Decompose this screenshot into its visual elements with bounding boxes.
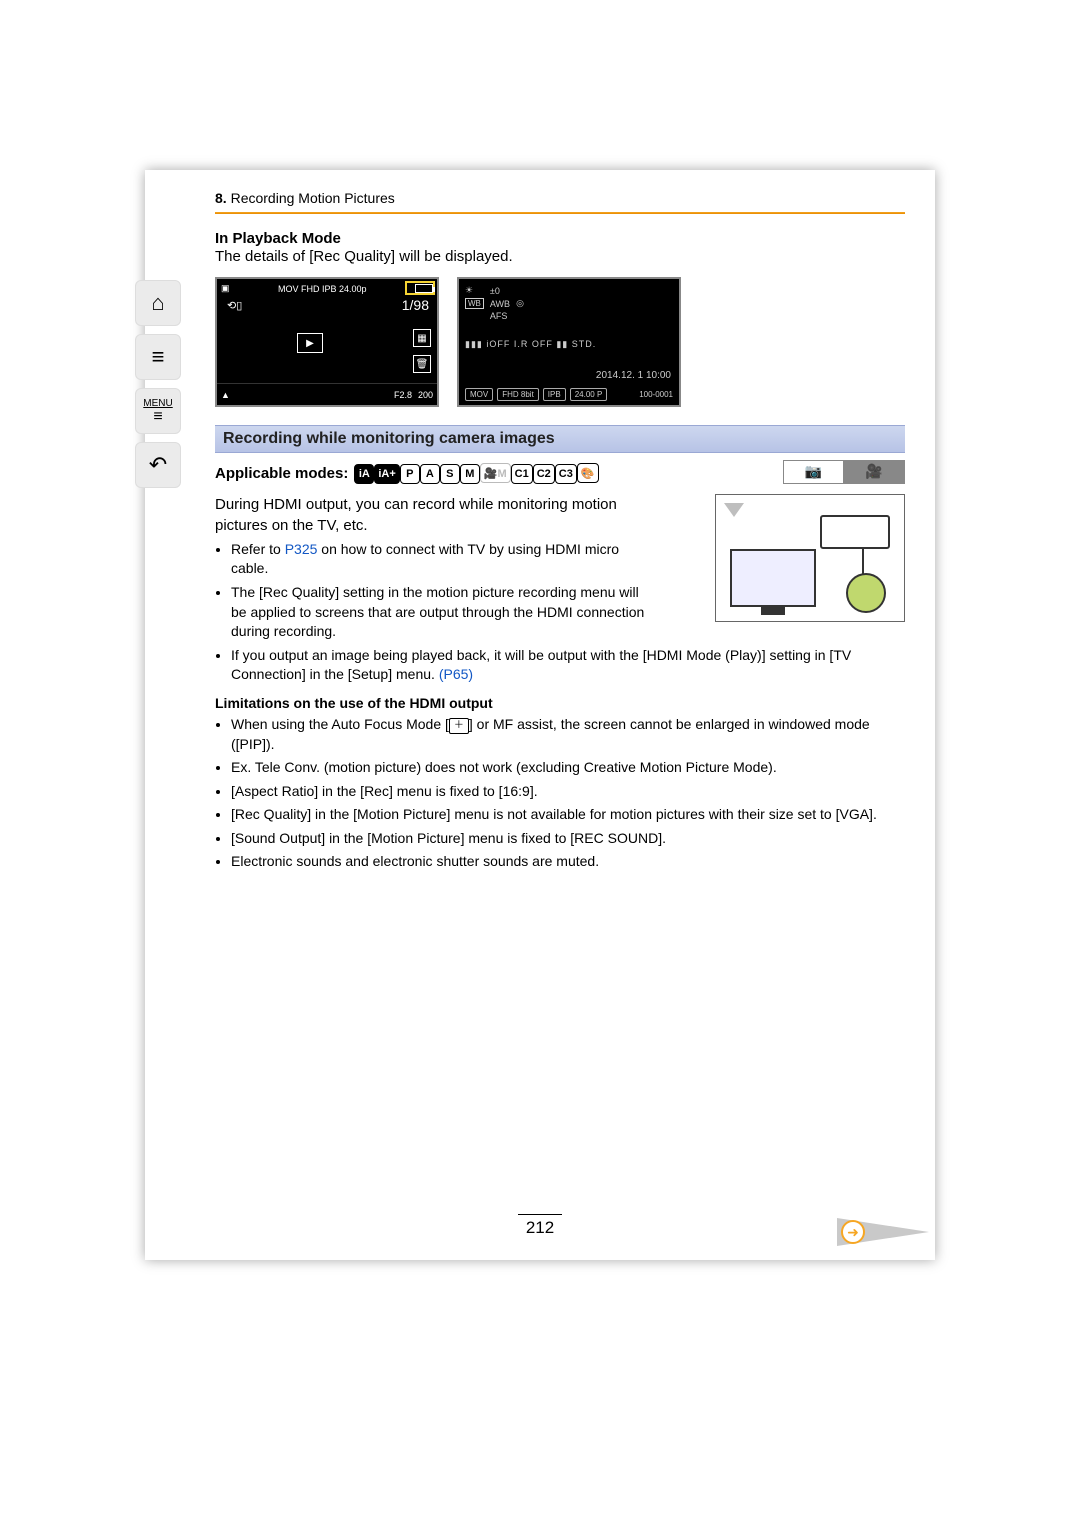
metering-icon: ◎ bbox=[516, 298, 524, 309]
page-number: 212 bbox=[518, 1214, 562, 1238]
limitation-item: When using the Auto Focus Mode [＋] or MF… bbox=[231, 715, 905, 754]
rotate-icon: ⟲▯ bbox=[227, 299, 242, 312]
content-area: 8. Recording Motion Pictures In Playback… bbox=[215, 190, 905, 876]
file-number: 100-0001 bbox=[639, 390, 673, 399]
mode-chip-🎨: 🎨 bbox=[577, 463, 599, 483]
rec-quality-readout: MOV FHD IPB 24.00p bbox=[278, 284, 367, 294]
aperture-readout: F2.8 bbox=[394, 390, 412, 400]
modes-label: Applicable modes: bbox=[215, 465, 348, 482]
manual-page: ⌂ ≡ MENU ≡ ↶ 8. Recording Motion Picture… bbox=[145, 170, 935, 1260]
page-link[interactable]: P325 bbox=[285, 541, 318, 557]
menu-button[interactable]: MENU ≡ bbox=[135, 388, 181, 434]
camera-icon: 📷 bbox=[805, 463, 822, 480]
playback-desc: The details of [Rec Quality] will be dis… bbox=[215, 247, 905, 267]
mode-chip-ia: iA bbox=[354, 464, 374, 484]
delete-icon: 🗑 bbox=[413, 355, 431, 373]
camera-body-icon bbox=[820, 515, 890, 549]
video-tab: 🎥 bbox=[844, 461, 904, 483]
limitation-item: [Rec Quality] in the [Motion Picture] me… bbox=[231, 805, 905, 825]
codec-chip: IPB bbox=[543, 388, 566, 401]
limitation-item: Ex. Tele Conv. (motion picture) does not… bbox=[231, 758, 905, 778]
mode-chip-m: M bbox=[460, 464, 480, 484]
ev-value: ±0 bbox=[490, 286, 510, 296]
chapter-header: 8. Recording Motion Pictures bbox=[215, 190, 905, 206]
toc-icon[interactable]: ≡ bbox=[135, 334, 181, 380]
page-link[interactable]: (P65) bbox=[439, 666, 473, 682]
section-heading: Recording while monitoring camera images bbox=[215, 425, 905, 453]
arrow-icon: ➜ bbox=[841, 1220, 865, 1244]
home-icon[interactable]: ⌂ bbox=[135, 280, 181, 326]
grid-icon: ▦ bbox=[413, 329, 431, 347]
mid-icons-row: ▮▮▮ iOFF I.R OFF ▮▮ STD. bbox=[465, 339, 596, 350]
note-item: Refer to P325 on how to connect with TV … bbox=[231, 540, 645, 579]
mode-chip-s: S bbox=[440, 464, 460, 484]
format-chip: MOV bbox=[465, 388, 493, 401]
photo-tab: 📷 bbox=[784, 461, 844, 483]
note-item: The [Rec Quality] setting in the motion … bbox=[231, 583, 645, 642]
next-page-button[interactable]: ➜ bbox=[837, 1218, 929, 1246]
limitation-item: [Aspect Ratio] in the [Rec] menu is fixe… bbox=[231, 782, 905, 802]
example-screenshots: ▣ MOV FHD IPB 24.00p 1/98 ⟲▯ ▶ ▦ 🗑 ▲ F2.… bbox=[215, 277, 905, 407]
res-chip: FHD 8bit bbox=[497, 388, 539, 401]
limitation-item: [Sound Output] in the [Motion Picture] m… bbox=[231, 829, 905, 849]
media-tabs: 📷 🎥 bbox=[783, 460, 905, 484]
shot-a-side-icons: ▦ 🗑 bbox=[413, 329, 431, 373]
notes-list-1b: If you output an image being played back… bbox=[215, 646, 905, 685]
bottom-chips: MOV FHD 8bit IPB 24.00 P 100-0001 bbox=[465, 388, 673, 401]
mode-chip-p: P bbox=[400, 464, 420, 484]
mode-chip-🎥m: 🎥M bbox=[480, 463, 511, 483]
iso-readout: 200 bbox=[418, 390, 433, 400]
af-pinpoint-icon: ＋ bbox=[449, 718, 469, 734]
fps-chip: 24.00 P bbox=[570, 388, 608, 401]
tv-icon bbox=[730, 549, 816, 607]
wb-value: AWB bbox=[490, 299, 510, 309]
home-glyph: ⌂ bbox=[151, 290, 164, 316]
video-icon: 🎥 bbox=[865, 463, 882, 480]
play-glyph: ▶ bbox=[306, 338, 314, 349]
arrow-glyph: ➜ bbox=[847, 1224, 859, 1241]
person-icon bbox=[846, 573, 886, 613]
sidebar-nav: ⌂ ≡ MENU ≡ ↶ bbox=[135, 280, 195, 488]
frame-counter: 1/98 bbox=[402, 297, 429, 313]
shot-a-topbar: ▣ MOV FHD IPB 24.00p bbox=[221, 283, 433, 294]
notes-list-1: Refer to P325 on how to connect with TV … bbox=[215, 540, 645, 642]
battery-icon bbox=[415, 284, 433, 293]
limitations-heading: Limitations on the use of the HDMI outpu… bbox=[215, 695, 905, 711]
hdmi-illustration bbox=[715, 494, 905, 622]
up-icon: ▲ bbox=[221, 390, 230, 400]
limitations-list: When using the Auto Focus Mode [＋] or MF… bbox=[215, 715, 905, 872]
mode-chip-a: A bbox=[420, 464, 440, 484]
datetime-readout: 2014.12. 1 10:00 bbox=[596, 370, 671, 381]
limitation-item: Electronic sounds and electronic shutter… bbox=[231, 852, 905, 872]
chapter-rule bbox=[215, 212, 905, 214]
playback-mode-icon: ▣ bbox=[221, 283, 230, 294]
ev-icon: ☀ bbox=[465, 285, 484, 296]
mode-chip-c3: C3 bbox=[555, 464, 577, 484]
play-icon: ▶ bbox=[297, 333, 323, 353]
intro-paragraph: During HDMI output, you can record while… bbox=[215, 494, 645, 536]
wb-icon: WB bbox=[465, 298, 484, 309]
back-glyph: ↶ bbox=[149, 452, 167, 478]
mode-chip-c1: C1 bbox=[511, 464, 533, 484]
shot-a-bottombar: ▲ F2.8 200 bbox=[217, 383, 437, 405]
toc-glyph: ≡ bbox=[152, 344, 165, 370]
chapter-number: 8. bbox=[215, 190, 227, 206]
mode-chip-c2: C2 bbox=[533, 464, 555, 484]
info-grid: ☀ ±0 WB AWB ◎ AFS bbox=[465, 285, 524, 321]
hamburger-icon: ≡ bbox=[153, 409, 162, 425]
afs-label: AFS bbox=[490, 311, 510, 321]
note-item: If you output an image being played back… bbox=[231, 646, 905, 685]
menu-label: MENU bbox=[143, 398, 172, 409]
chapter-title: Recording Motion Pictures bbox=[231, 190, 395, 206]
mode-chip-ia+: iA+ bbox=[374, 464, 399, 484]
playback-screenshot-b: ☀ ±0 WB AWB ◎ AFS ▮▮▮ iOFF I.R OFF ▮▮ ST… bbox=[457, 277, 681, 407]
playback-heading: In Playback Mode bbox=[215, 230, 905, 247]
playback-screenshot-a: ▣ MOV FHD IPB 24.00p 1/98 ⟲▯ ▶ ▦ 🗑 ▲ F2.… bbox=[215, 277, 439, 407]
back-icon[interactable]: ↶ bbox=[135, 442, 181, 488]
